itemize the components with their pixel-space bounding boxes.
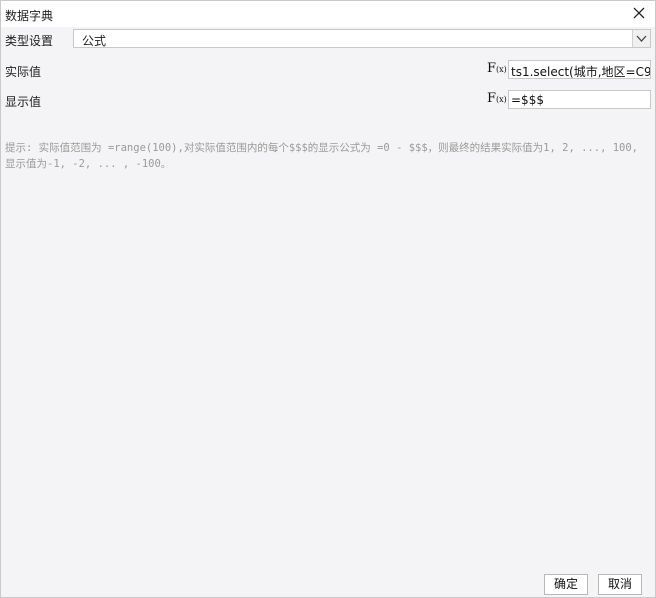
- cancel-button[interactable]: 取消: [598, 574, 642, 595]
- type-select[interactable]: 公式: [73, 29, 651, 48]
- close-button[interactable]: [629, 3, 649, 23]
- chevron-down-icon: [636, 35, 647, 42]
- type-setting-label: 类型设置: [5, 34, 54, 48]
- display-value-label: 显示值: [5, 95, 42, 109]
- title-bar: 数据字典: [1, 1, 655, 27]
- type-select-dropdown-button[interactable]: [632, 30, 650, 47]
- actual-value-label: 实际值: [5, 65, 42, 79]
- actual-value-text: ts1.select(城市,地区=C9): [511, 65, 651, 79]
- display-value-fx-icon[interactable]: F(x): [487, 91, 507, 106]
- ok-button[interactable]: 确定: [544, 574, 588, 595]
- data-dictionary-dialog: 数据字典 类型设置 公式 实际值 F(x) ts1.select(城市,地区=C…: [0, 0, 656, 598]
- type-select-value: 公式: [82, 34, 107, 48]
- display-value-text: =$$$: [511, 93, 544, 107]
- close-icon: [633, 7, 645, 19]
- hint-text: 提示: 实际值范围为 =range(100),对实际值范围内的每个$$$的显示公…: [5, 142, 639, 170]
- actual-value-field[interactable]: ts1.select(城市,地区=C9): [508, 60, 651, 79]
- actual-value-fx-icon[interactable]: F(x): [487, 61, 507, 76]
- display-value-field[interactable]: =$$$: [508, 90, 651, 109]
- dialog-title: 数据字典: [5, 9, 54, 23]
